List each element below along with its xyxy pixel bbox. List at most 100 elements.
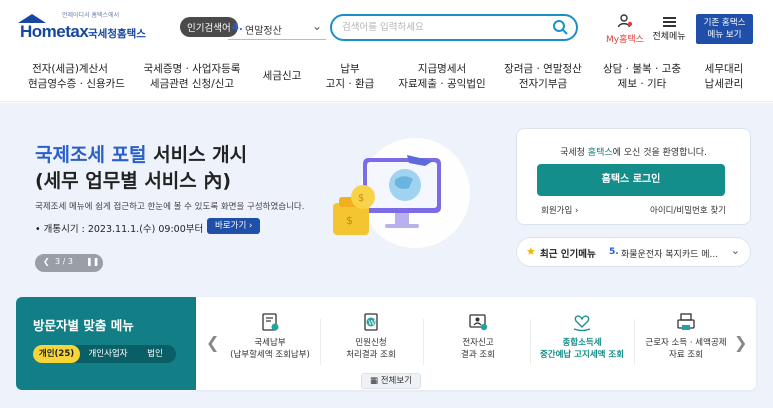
all-menu-button[interactable]: 전체메뉴 [649, 14, 689, 42]
nav-item-statement[interactable]: 지급명세서 자료제출 · 공익법인 [394, 62, 490, 92]
welcome-pre: 국세청 [560, 148, 588, 158]
quick-item-title: 민원신청 [355, 338, 387, 348]
banner-title-rest: 서비스 개시 [146, 144, 248, 166]
quick-item-subtitle: (납부할세액 조회납부) [230, 350, 310, 360]
nav-item-incentive[interactable]: 장려금 · 연말정산 전자기부금 [502, 62, 584, 92]
hometax-logo[interactable]: 언제어디서 홈택스에서 Hometax 국세청홈택스 [16, 10, 146, 44]
nav-item-consult[interactable]: 상담 · 불복 · 고충 제보 · 기타 [600, 62, 684, 92]
popular-menu-rank: 5. [609, 247, 619, 257]
quick-item-title: 종합소득세 [562, 338, 602, 348]
nav-item-tax-return[interactable]: 세금신고 [258, 69, 306, 84]
popular-menu-item[interactable]: 화물운전자 복지카드 메... [621, 247, 725, 260]
legacy-menu-button[interactable]: 기존 홈택스 메뉴 보기 [696, 14, 753, 44]
pause-icon[interactable]: ❚❚ [86, 257, 99, 266]
banner-description: 국제조세 메뉴에 쉽게 접근하고 한눈에 볼 수 있도록 화면을 구성하였습니다… [35, 202, 305, 212]
chevron-left-icon[interactable]: ❮ [206, 333, 219, 352]
quick-item-income-tax-interim[interactable]: 종합소득세 중간예납 고지세액 조회 [532, 311, 632, 361]
quick-item-title: 국세납부 [254, 338, 286, 348]
quick-menu: ❮ ❯ 국세납부 (납부할세액 조회납부) W 민원신청 처리결과 조회 전자신… [196, 297, 756, 390]
banner-subtitle: (세무 업무별 서비스 內) [35, 170, 232, 192]
popular-menu-label: 최근 인기메뉴 [540, 249, 596, 260]
banner-date: • 개통시기 : 2023.11.1.(수) 09:00부터 [35, 224, 204, 235]
login-button[interactable]: 홈택스 로그인 [537, 164, 725, 196]
quick-item-tax-payment[interactable]: 국세납부 (납부할세액 조회납부) [220, 311, 320, 361]
svg-text:W: W [368, 319, 375, 327]
nav-item-line2: 전자기부금 [518, 78, 568, 90]
tab-corporation[interactable]: 법인 [136, 345, 174, 363]
main-nav: 전자(세금)계산서 현금영수증 · 신용카드 국세증명 · 사업자등록 세금관련… [0, 57, 773, 102]
welcome-highlight: 홈택스 [587, 148, 613, 158]
banner-title: 국제조세 포털 서비스 개시 [35, 140, 247, 167]
popular-search-select[interactable]: 4. 연말정산 ⌄ [228, 16, 326, 40]
nav-item-payment[interactable]: 납부 고지 · 환급 [322, 62, 378, 92]
search-input[interactable] [342, 19, 542, 36]
banner-go-label: 바로가기 [215, 221, 247, 231]
logo-korean: 국세청홈택스 [88, 28, 146, 40]
nav-item-line2: 납세관리 [704, 78, 744, 90]
popular-search-rank: 4. [232, 22, 243, 33]
chevron-right-icon[interactable]: ❯ [734, 333, 747, 352]
svg-text:$: $ [346, 214, 353, 227]
banner-title-accent: 국제조세 포털 [35, 144, 147, 166]
nav-item-line1: 세금신고 [262, 70, 302, 82]
quick-item-e-filing[interactable]: 전자신고 결과 조회 [428, 311, 528, 361]
nav-item-line1: 지급명세서 [417, 63, 467, 75]
nav-item-einvoice[interactable]: 전자(세금)계산서 현금영수증 · 신용카드 [28, 62, 125, 92]
nav-item-line2: 현금영수증 · 신용카드 [28, 78, 125, 90]
signup-label: 회원가입 [541, 206, 573, 216]
all-menu-label: 전체메뉴 [652, 32, 686, 42]
svg-text:$: $ [358, 193, 364, 204]
search-box [330, 14, 578, 41]
my-hometax-label: My홈택스 [606, 35, 644, 45]
nav-item-line2: 고지 · 환급 [325, 78, 375, 90]
quick-item-subtitle: 결과 조회 [461, 350, 495, 360]
quick-item-subtitle: 자료 조회 [669, 350, 703, 360]
quick-item-title: 근로자 소득 · 세액공제 [645, 338, 727, 348]
my-hometax-link[interactable]: My홈택스 [602, 14, 648, 45]
logo-slogan: 언제어디서 홈택스에서 [62, 12, 120, 19]
logo-wordmark: Hometax [20, 22, 89, 41]
visitor-menu: 방문자별 맞춤 메뉴 개인(25) 개인사업자 법인 [16, 297, 196, 390]
nav-item-agent[interactable]: 세무대리 납세관리 [700, 62, 748, 92]
monitor-globe-illustration: $ $ [333, 138, 470, 248]
chevron-right-icon: › [574, 206, 579, 216]
quick-item-subtitle: 중간예납 고지세액 조회 [539, 350, 625, 360]
nav-item-line1: 전자(세금)계산서 [32, 63, 108, 75]
view-all-label: 전체보기 [380, 376, 413, 386]
user-icon [617, 14, 633, 28]
won-document-icon: W [364, 313, 378, 331]
visitor-menu-title: 방문자별 맞춤 메뉴 [33, 318, 134, 333]
hero-banner: 국제조세 포털 서비스 개시 (세무 업무별 서비스 內) 국제조세 메뉴에 쉽… [0, 103, 773, 408]
quick-item-worker-deduction[interactable]: 근로자 소득 · 세액공제 자료 조회 [636, 311, 736, 361]
tab-sole-proprietor[interactable]: 개인사업자 [82, 345, 134, 363]
tab-individual[interactable]: 개인(25) [33, 345, 80, 363]
quick-item-civil-petition[interactable]: W 민원신청 처리결과 조회 [321, 311, 421, 361]
person-monitor-icon [469, 314, 488, 331]
nav-item-line2: 세금관련 신청/신고 [149, 78, 235, 90]
legacy-menu-line2: 메뉴 보기 [707, 30, 742, 40]
header: 언제어디서 홈택스에서 Hometax 국세청홈택스 인기검색어 4. 연말정산… [0, 0, 773, 54]
view-all-button[interactable]: ▦ 전체보기 [361, 373, 422, 389]
chevron-down-icon[interactable]: ⌄ [731, 244, 740, 257]
divider [530, 319, 531, 365]
nav-item-line1: 장려금 · 연말정산 [504, 63, 582, 75]
quick-item-title: 전자신고 [462, 338, 494, 348]
banner-go-button[interactable]: 바로가기 › [207, 218, 261, 234]
nav-item-line1: 상담 · 불복 · 고충 [603, 63, 681, 75]
popular-menu-bar[interactable]: ★ 최근 인기메뉴 5. 화물운전자 복지카드 메... ⌄ [516, 237, 751, 267]
popular-search-term[interactable]: 연말정산 [245, 22, 282, 37]
banner-pager: ❮ 3 / 3 ❚❚ [35, 254, 103, 272]
search-icon[interactable] [552, 19, 568, 38]
find-id-password-link[interactable]: 아이디/비밀번호 찾기 [650, 204, 726, 216]
quick-item-subtitle: 처리결과 조회 [346, 350, 396, 360]
nav-item-line2: 자료제출 · 공익법인 [398, 78, 486, 90]
chevron-down-icon[interactable]: ⌄ [312, 19, 322, 33]
hamburger-icon [649, 14, 689, 27]
grid-icon: ▦ [370, 376, 379, 386]
nav-item-line1: 국세증명 · 사업자등록 [143, 63, 241, 75]
prev-icon[interactable]: ❮ [43, 257, 50, 266]
legacy-menu-line1: 기존 홈택스 [703, 18, 746, 28]
receipt-icon [262, 313, 279, 331]
nav-item-certificate[interactable]: 국세증명 · 사업자등록 세금관련 신청/신고 [140, 62, 244, 92]
signup-link[interactable]: 회원가입 › [541, 204, 578, 216]
